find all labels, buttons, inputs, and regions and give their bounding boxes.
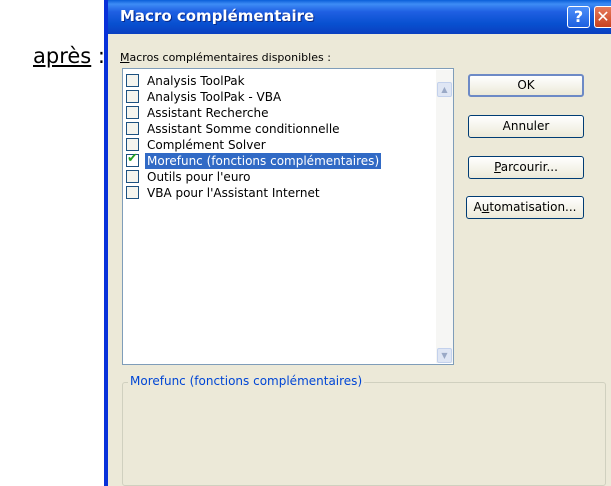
addin-checkbox[interactable] [126, 90, 139, 103]
addin-checkbox[interactable] [126, 74, 139, 87]
list-item[interactable]: Assistant Recherche [125, 105, 435, 121]
description-title: Morefunc (fonctions complémentaires) [128, 374, 365, 388]
cancel-button[interactable]: Annuler [468, 115, 584, 138]
addin-label: Assistant Somme conditionnelle [147, 122, 340, 136]
addin-checkbox[interactable] [126, 138, 139, 151]
addin-checkbox[interactable] [126, 106, 139, 119]
list-item[interactable]: Analysis ToolPak [125, 73, 435, 89]
addin-label: Analysis ToolPak - VBA [147, 90, 282, 104]
close-button[interactable]: ✕ [594, 6, 611, 28]
addin-label: Assistant Recherche [147, 106, 269, 120]
list-item[interactable]: Assistant Somme conditionnelle [125, 121, 435, 137]
addin-label: Analysis ToolPak [147, 74, 245, 88]
title-bar[interactable]: Macro complémentaire ? ✕ [104, 0, 611, 34]
description-groupbox [122, 382, 606, 486]
caption-label: après : [33, 43, 105, 69]
caption-suffix: : [91, 44, 105, 68]
list-item[interactable]: Analysis ToolPak - VBA [125, 89, 435, 105]
browse-button[interactable]: Parcourir... [468, 156, 584, 179]
addin-label: Complément Solver [147, 138, 266, 152]
addin-label: Morefunc (fonctions complémentaires) [145, 153, 382, 169]
caption-word: après [33, 44, 92, 68]
addins-dialog: Macro complémentaire ? ✕ Macros compléme… [104, 0, 611, 486]
list-scrollbar[interactable]: ▲ ▼ [436, 70, 453, 363]
scroll-down-arrow-icon[interactable]: ▼ [437, 348, 452, 363]
help-button[interactable]: ? [567, 6, 590, 28]
ok-button[interactable]: OK [468, 74, 584, 97]
addins-listbox[interactable]: Analysis ToolPak Analysis ToolPak - VBA … [122, 68, 454, 365]
addin-label: Outils pour l'euro [147, 170, 251, 184]
addin-checkbox[interactable] [126, 186, 139, 199]
list-item[interactable]: ✔ Morefunc (fonctions complémentaires) [125, 151, 435, 169]
window-frame [104, 0, 108, 486]
addin-checkbox[interactable]: ✔ [126, 151, 139, 167]
checkmark-icon: ✔ [127, 151, 138, 166]
list-item[interactable]: Complément Solver [125, 137, 435, 153]
addin-label: VBA pour l'Assistant Internet [147, 186, 320, 200]
dialog-title: Macro complémentaire [120, 7, 315, 25]
addin-checkbox[interactable] [126, 170, 139, 183]
list-item[interactable]: Outils pour l'euro [125, 169, 435, 185]
automation-button[interactable]: Automatisation... [466, 196, 584, 219]
available-addins-label: Macros complémentaires disponibles : [120, 51, 331, 64]
list-item[interactable]: VBA pour l'Assistant Internet [125, 185, 435, 201]
scroll-up-arrow-icon[interactable]: ▲ [437, 82, 452, 97]
addin-checkbox[interactable] [126, 122, 139, 135]
